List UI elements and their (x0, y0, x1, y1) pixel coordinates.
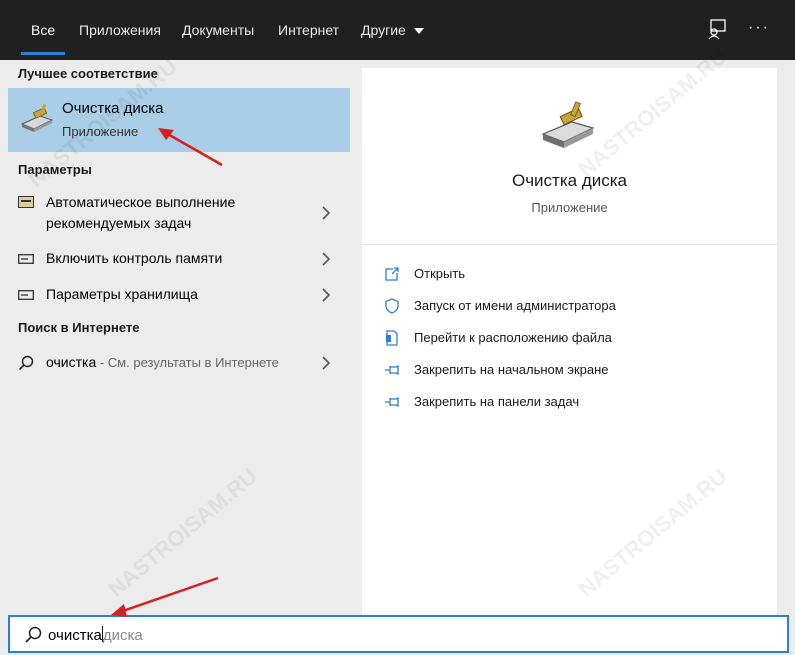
tab-more[interactable]: Другие (361, 0, 424, 60)
web-search-query: очистка (46, 354, 97, 370)
action-pin-taskbar[interactable]: Закрепить на панели задач (384, 393, 764, 413)
more-options-icon[interactable]: ··· (748, 18, 770, 40)
search-input[interactable]: очисткадиска (48, 626, 143, 644)
app-details-panel: Очистка диска Приложение Открыть Запуск … (362, 68, 777, 615)
storage-icon (18, 254, 34, 264)
action-label: Закрепить на панели задач (414, 394, 580, 409)
storage-icon (18, 290, 34, 300)
divider (362, 244, 777, 245)
settings-item-label: Параметры хранилища (46, 286, 198, 302)
web-search-text: очистка - См. результаты в Интернете (46, 352, 279, 373)
settings-item-maintenance[interactable]: Автоматическое выполнение рекомендуемых … (8, 190, 350, 236)
chevron-right-icon (322, 288, 331, 302)
tab-more-label: Другие (361, 22, 406, 38)
action-label: Запуск от имени администратора (414, 298, 616, 313)
app-type: Приложение (531, 200, 608, 215)
search-suggestion: диска (102, 627, 143, 644)
chevron-down-icon (413, 28, 424, 35)
shield-icon (385, 298, 399, 314)
action-open-file-location[interactable]: Перейти к расположению файла (384, 329, 764, 349)
search-icon (18, 355, 34, 371)
disk-cleanup-icon (541, 101, 595, 148)
chevron-right-icon (322, 206, 331, 220)
maintenance-icon (18, 196, 34, 208)
settings-item-line2: рекомендуемых задач (46, 215, 192, 231)
tab-internet[interactable]: Интернет (278, 0, 339, 60)
pin-icon (385, 396, 399, 408)
open-icon (385, 267, 399, 281)
disk-cleanup-icon (20, 103, 54, 132)
search-box[interactable]: очисткадиска (8, 615, 789, 653)
file-location-icon (386, 330, 398, 346)
settings-item-line1: Автоматическое выполнение (46, 194, 236, 210)
search-icon (25, 626, 42, 643)
action-label: Перейти к расположению файла (414, 330, 612, 345)
search-typed-text: очистка (48, 627, 102, 644)
search-category-bar: Все Приложения Документы Интернет Другие… (0, 0, 795, 60)
chevron-right-icon (322, 356, 331, 370)
feedback-icon[interactable] (707, 18, 727, 40)
settings-item-storage[interactable]: Параметры хранилища (8, 284, 350, 306)
tab-apps[interactable]: Приложения (79, 0, 161, 60)
app-title: Очистка диска (511, 171, 628, 190)
web-search-heading: Поиск в Интернете (18, 320, 140, 335)
chevron-right-icon (322, 252, 331, 266)
web-search-item[interactable]: очистка - См. результаты в Интернете (8, 352, 350, 374)
action-run-as-admin[interactable]: Запуск от имени администратора (384, 297, 764, 317)
settings-item-label: Включить контроль памяти (46, 250, 223, 266)
action-open[interactable]: Открыть (384, 265, 764, 285)
web-search-suffix: - См. результаты в Интернете (96, 355, 279, 370)
tab-all[interactable]: Все (20, 0, 66, 60)
action-pin-start[interactable]: Закрепить на начальном экране (384, 361, 764, 381)
action-label: Открыть (414, 266, 466, 281)
tab-documents[interactable]: Документы (182, 0, 254, 60)
action-label: Закрепить на начальном экране (414, 362, 609, 377)
pin-icon (385, 364, 399, 376)
settings-item-storage-sense[interactable]: Включить контроль памяти (8, 248, 350, 270)
